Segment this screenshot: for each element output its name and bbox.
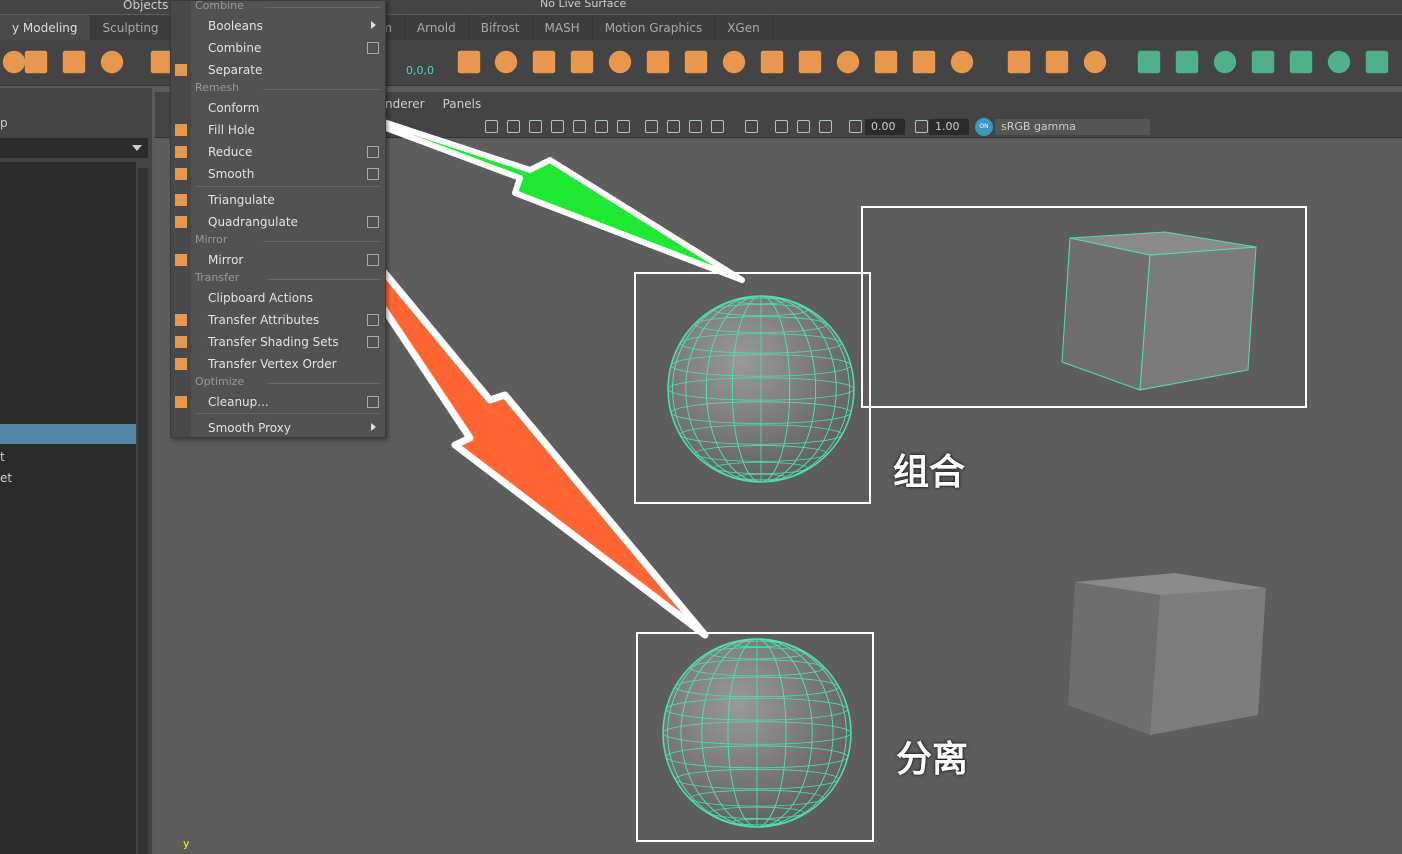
section-mirror: Mirror xyxy=(195,233,228,246)
submenu-arrow-icon xyxy=(371,423,376,431)
option-box-icon[interactable] xyxy=(367,42,379,54)
section-remesh: Remesh xyxy=(195,81,240,94)
menu-item[interactable]: Reduce xyxy=(191,142,385,162)
submenu-arrow-icon xyxy=(371,21,376,29)
option-box-icon[interactable] xyxy=(367,146,379,158)
menu-item-label: Triangulate xyxy=(208,193,275,207)
divider xyxy=(263,89,381,90)
option-box-icon[interactable] xyxy=(367,254,379,266)
menu-item-label: Mirror xyxy=(208,253,244,267)
menu-item-label: Fill Hole xyxy=(208,123,255,137)
menu-item[interactable]: Transfer Shading Sets xyxy=(191,332,385,352)
section-transfer: Transfer xyxy=(195,271,240,284)
divider xyxy=(263,241,381,242)
label-separate: 分离 xyxy=(896,739,969,780)
menu-item-label: Transfer Attributes xyxy=(208,313,320,327)
divider xyxy=(265,7,381,8)
menu-item[interactable]: Combine xyxy=(191,38,385,58)
menu-item[interactable]: Clipboard Actions xyxy=(191,288,385,308)
menu-item-icon xyxy=(175,168,187,180)
menu-item-icon xyxy=(175,194,187,206)
divider xyxy=(195,186,381,187)
option-box-icon[interactable] xyxy=(367,336,379,348)
objects-dropdown[interactable]: Objects xyxy=(123,0,168,12)
option-box-icon[interactable] xyxy=(367,216,379,228)
menu-item-icon xyxy=(175,146,187,158)
menu-item-icon xyxy=(175,396,187,408)
cube-separated xyxy=(1068,573,1266,735)
menu-item-label: Clipboard Actions xyxy=(208,291,313,305)
menu-item[interactable]: Cleanup... xyxy=(191,392,385,412)
menu-item-label: Quadrangulate xyxy=(208,215,298,229)
menu-item-icon xyxy=(175,336,187,348)
menu-item[interactable]: Conform xyxy=(191,98,385,118)
option-box-icon[interactable] xyxy=(367,168,379,180)
menu-item[interactable]: Mirror xyxy=(191,250,385,270)
menu-item-icon xyxy=(175,124,187,136)
menu-item[interactable]: Quadrangulate xyxy=(191,212,385,232)
live-surface-field[interactable]: No Live Surface xyxy=(540,0,626,10)
menu-item-label: Transfer Shading Sets xyxy=(208,335,339,349)
menu-item[interactable]: Separate xyxy=(191,60,385,80)
label-combine: 组合 xyxy=(893,452,966,493)
option-box-icon[interactable] xyxy=(367,396,379,408)
menu-item-icon xyxy=(175,64,187,76)
divider xyxy=(195,413,381,414)
menu-item-icon xyxy=(175,216,187,228)
selection-box-cube xyxy=(861,206,1307,408)
menu-item-label: Transfer Vertex Order xyxy=(208,357,337,371)
menu-item-label: Conform xyxy=(208,101,260,115)
divider xyxy=(267,279,381,280)
mesh-menu: Combine Remesh Mirror Transfer Optimize Boole… xyxy=(170,0,386,438)
menu-item-label: Cleanup... xyxy=(208,395,269,409)
divider xyxy=(267,383,381,384)
option-box-icon[interactable] xyxy=(367,314,379,326)
menu-item-icon xyxy=(175,254,187,266)
selection-box-combined xyxy=(634,272,871,504)
menu-item-icon xyxy=(175,358,187,370)
menu-item-label: Reduce xyxy=(208,145,253,159)
menu-item-label: Separate xyxy=(208,63,263,77)
section-optimize: Optimize xyxy=(195,375,245,388)
selection-box-separated xyxy=(636,632,874,842)
menu-item[interactable]: Transfer Attributes xyxy=(191,310,385,330)
menu-item[interactable]: Fill Hole xyxy=(191,120,385,140)
menu-item-label: Smooth xyxy=(208,167,255,181)
menu-item-label: Smooth Proxy xyxy=(208,421,291,435)
menu-item-label: Booleans xyxy=(208,19,263,33)
menu-item[interactable]: Transfer Vertex Order xyxy=(191,354,385,374)
menu-item[interactable]: Booleans xyxy=(191,16,385,36)
menu-item[interactable]: Triangulate xyxy=(191,190,385,210)
section-combine: Combine xyxy=(195,0,244,12)
menu-item[interactable]: Smooth xyxy=(191,164,385,184)
menu-item-icon xyxy=(175,314,187,326)
menu-item-label: Combine xyxy=(208,41,262,55)
menu-item[interactable]: Smooth Proxy xyxy=(191,418,385,438)
